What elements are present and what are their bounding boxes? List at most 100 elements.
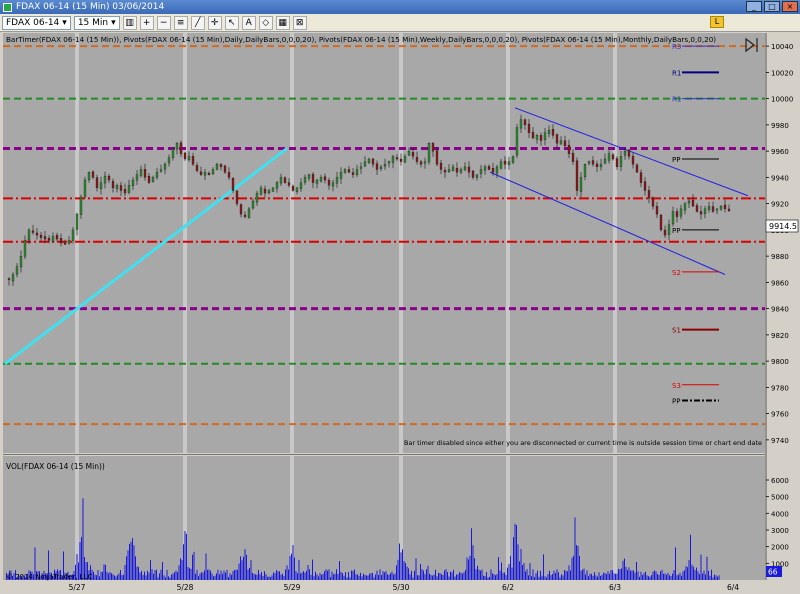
volume-bar — [463, 572, 465, 580]
candle-body — [119, 185, 123, 191]
volume-bar — [346, 577, 348, 580]
candle-body — [555, 134, 559, 144]
candle-body — [311, 174, 315, 183]
volume-bar — [399, 543, 400, 580]
volume-bar — [589, 573, 591, 580]
volume-bar — [694, 570, 696, 580]
volume-bar — [123, 574, 124, 580]
volume-bar — [211, 573, 213, 580]
volume-bar — [135, 556, 136, 580]
draw-line-icon[interactable]: ╱ — [190, 15, 205, 30]
candle-body — [495, 166, 499, 174]
minimize-button[interactable]: _ — [746, 1, 762, 12]
volume-bar — [408, 568, 409, 580]
shapes-icon[interactable]: ◇ — [258, 15, 273, 30]
volume-bar — [249, 567, 250, 580]
volume-bar — [706, 556, 708, 580]
text-tool-icon[interactable]: A — [241, 15, 256, 30]
candle-body — [491, 168, 495, 173]
candle-body — [259, 187, 263, 195]
indicator-label: BarTimer(FDAX 06-14 (15 Min)), Pivots(FD… — [6, 35, 716, 44]
volume-bar — [565, 570, 567, 580]
volume-bar — [277, 571, 279, 580]
volume-bar — [247, 569, 249, 580]
volume-bar — [637, 571, 639, 580]
volume-bar — [621, 568, 622, 580]
volume-bar — [94, 574, 96, 580]
volume-bar — [400, 552, 402, 580]
candle-body — [135, 174, 139, 181]
chart-area[interactable]: R3 R1 R1 PP PP S2 S1 S3 PP 9740 9760 9780 9800 9820 9… — [0, 33, 800, 594]
volume-bar — [145, 575, 147, 580]
close-button[interactable]: × — [782, 1, 798, 12]
volume-bar — [196, 569, 198, 580]
volume-bar — [396, 565, 397, 580]
volume-bar — [697, 571, 699, 580]
candle-body — [547, 129, 551, 134]
candle-body — [195, 165, 199, 171]
candle-body — [703, 208, 707, 214]
volume-bar — [682, 571, 684, 580]
fib-tool-icon[interactable]: ▦ — [275, 15, 290, 30]
volume-bar — [541, 575, 543, 580]
candle-body — [391, 156, 395, 163]
zoom-out-icon[interactable]: − — [156, 15, 171, 30]
volume-bar — [681, 575, 682, 580]
volume-bar — [258, 569, 259, 580]
volume-bar — [442, 574, 444, 580]
volume-bar — [420, 564, 421, 580]
candle-body — [443, 170, 447, 173]
candle-body — [279, 177, 283, 184]
candle-body — [91, 171, 95, 178]
volume-bar — [550, 575, 552, 580]
volume-bar — [322, 573, 324, 580]
candle-body — [371, 158, 375, 165]
crosshair-icon[interactable]: ✛ — [207, 15, 222, 30]
volume-bar — [586, 570, 588, 580]
chevron-down-icon: ▾ — [62, 17, 67, 28]
cursor-icon[interactable]: ↖ — [224, 15, 239, 30]
maximize-button[interactable]: □ — [764, 1, 780, 12]
candle-body — [635, 164, 639, 173]
volume-bar — [381, 575, 382, 580]
volume-bar — [351, 570, 352, 580]
volume-bar — [313, 576, 315, 580]
candle-body — [223, 165, 227, 173]
volume-bar — [319, 573, 321, 580]
properties-icon[interactable]: ≡ — [173, 15, 188, 30]
volume-bar — [255, 574, 256, 580]
volume-bar — [441, 574, 442, 580]
volume-bar — [640, 571, 642, 580]
volume-bar — [234, 569, 235, 580]
volume-bar — [451, 572, 453, 580]
volume-bar — [594, 572, 595, 580]
volume-bar — [448, 576, 450, 580]
volume-bar — [231, 574, 232, 580]
volume-bar — [369, 573, 370, 580]
y-tick-label: 9820 — [771, 332, 789, 340]
candle-body — [355, 169, 359, 176]
volume-bar — [433, 574, 435, 580]
candle-body — [419, 161, 423, 165]
volume-bar — [618, 568, 619, 580]
candle-body — [315, 179, 319, 184]
volume-bar — [238, 563, 240, 580]
volume-bar — [198, 576, 199, 580]
zoom-in-icon[interactable]: + — [139, 15, 154, 30]
volume-bar — [301, 572, 303, 580]
volume-bar — [655, 571, 657, 580]
volume-bar — [549, 570, 550, 580]
volume-bar — [424, 574, 426, 580]
volume-last-label: 66 — [768, 568, 778, 577]
interval-selector[interactable]: 15 Min ▾ — [73, 15, 120, 30]
live-status-button[interactable]: L — [710, 16, 724, 28]
volume-bar — [705, 574, 706, 580]
bar-type-icon[interactable]: ▥ — [122, 15, 137, 30]
volume-bar — [370, 573, 372, 580]
lock-icon[interactable]: ⊠ — [292, 15, 307, 30]
instrument-selector[interactable]: FDAX 06-14 ▾ — [2, 15, 71, 30]
volume-bar — [357, 574, 358, 580]
volume-bar — [265, 574, 267, 580]
volume-bar — [507, 567, 508, 580]
volume-bar — [676, 575, 678, 580]
